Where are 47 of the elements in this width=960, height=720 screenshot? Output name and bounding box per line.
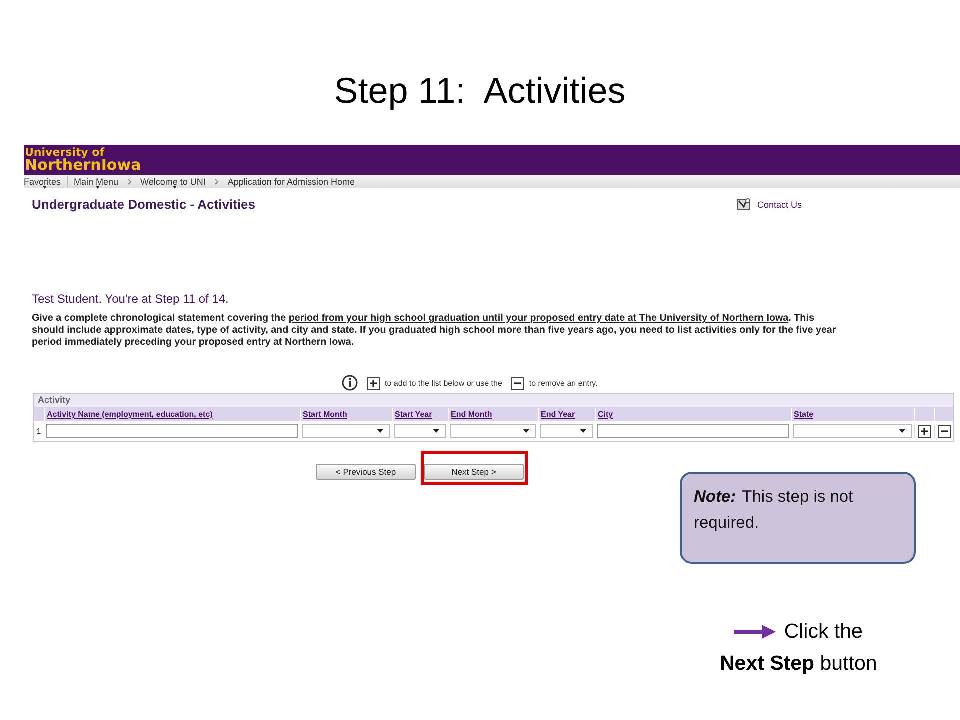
arrow-icon	[734, 625, 776, 639]
nav-link[interactable]: Application for Admission Home	[228, 176, 355, 186]
note-text: Note: This step is not required.	[694, 487, 854, 534]
dropdown[interactable]	[302, 424, 390, 438]
contact-us-link[interactable]: Contact Us	[757, 200, 802, 210]
add-row-icon[interactable]	[918, 424, 931, 438]
period-link[interactable]: period from your high school graduation until your proposed entry date at The University of Northern Iowa	[288, 313, 789, 324]
hint-text: to remove an entry.	[529, 378, 598, 388]
caret-icon	[433, 429, 440, 433]
callout-text: Next Step button	[720, 651, 878, 677]
remove-icon	[511, 376, 524, 390]
contact-icon	[737, 198, 752, 211]
column-header-link[interactable]: Start Year	[395, 410, 432, 419]
caret-icon	[899, 429, 906, 433]
step-status-text: Test Student. You're at Step 11 of 14.	[31, 292, 230, 306]
column-header-link[interactable]: Start Month	[303, 410, 348, 419]
text-input[interactable]	[46, 424, 298, 438]
hint-text: to add to the list below or use the	[385, 378, 502, 388]
add-icon	[367, 376, 380, 390]
info-icon	[342, 375, 358, 391]
university-logo: University of NorthernIowa	[24, 147, 142, 173]
page-heading: Undergraduate Domestic - Activities	[32, 197, 256, 212]
slide-title: Step 11: Activities	[333, 69, 627, 112]
column-header-link[interactable]: End Year	[541, 410, 576, 419]
caret-icon	[580, 429, 587, 433]
dropdown[interactable]	[540, 424, 593, 438]
remove-row-icon[interactable]	[938, 424, 951, 438]
breadcrumb-separator-icon	[128, 178, 132, 184]
column-header-link[interactable]: City	[598, 410, 614, 419]
step-button[interactable]: Next Step >	[424, 464, 524, 480]
column-header-link[interactable]: End Month	[451, 410, 492, 419]
instructions-paragraph: Give a complete chronological statement covering the period from your high school graduation until your proposed entry date at The University of Northern Iowa. This should include approximate dates, type of activity, and city and state. If you graduated high school more than five years ago, you need to list activities only for the five year period immediately preceding your proposed entry at Northern Iowa.	[32, 313, 837, 349]
row-number: 1	[36, 426, 42, 436]
dropdown[interactable]	[793, 424, 912, 438]
text-input[interactable]	[597, 424, 789, 438]
callout-text: Click the	[784, 619, 863, 645]
caret-icon	[523, 429, 530, 433]
nav-link[interactable]: Welcome to UNI	[140, 176, 206, 186]
dropdown[interactable]	[450, 424, 536, 438]
column-header-link[interactable]: State	[794, 410, 814, 419]
breadcrumb-separator-icon	[214, 178, 219, 184]
column-header-link[interactable]: Activity Name (employment, education, etc)	[47, 410, 213, 419]
step-button[interactable]: < Previous Step	[316, 464, 416, 480]
nav-link[interactable]: Main Menu	[74, 176, 119, 186]
dropdown[interactable]	[394, 424, 446, 438]
nav-link[interactable]: Favorites	[24, 176, 62, 186]
caret-icon	[377, 429, 384, 433]
